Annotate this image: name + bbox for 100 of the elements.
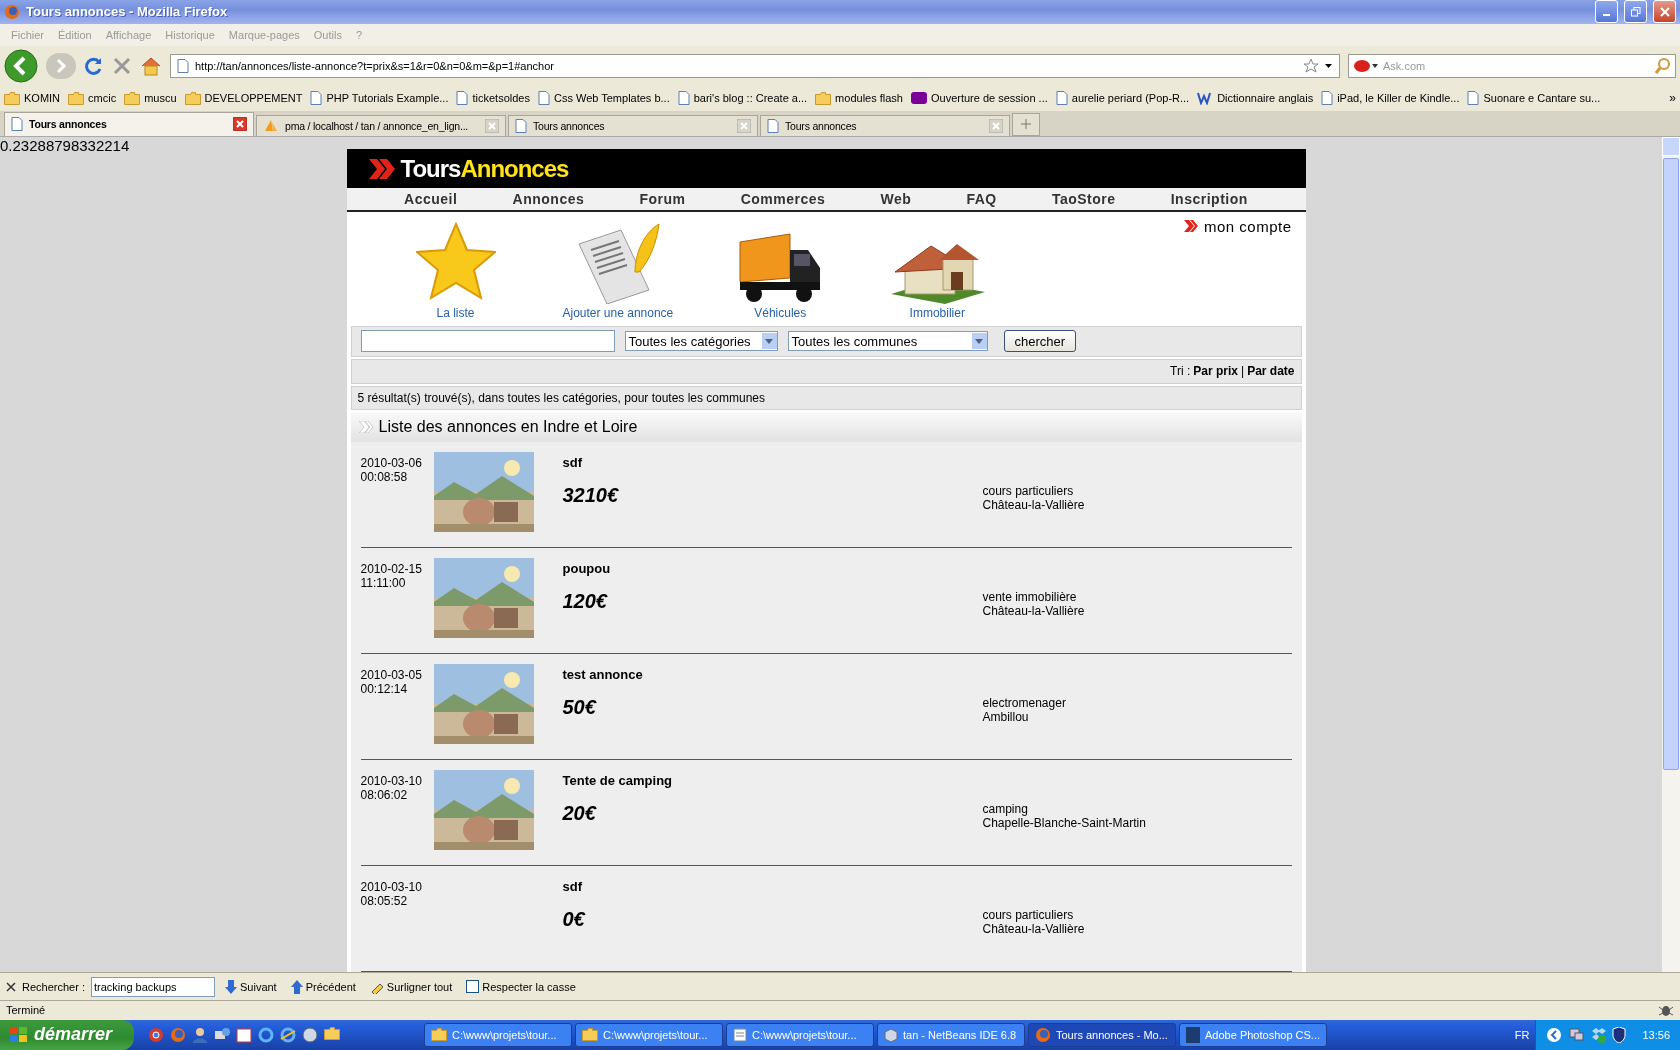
clock: 13:56 <box>1642 1028 1670 1041</box>
bookmark[interactable]: muscu <box>124 91 177 105</box>
find-field[interactable]: tracking backups <box>91 976 215 997</box>
category-shortcut[interactable]: La liste <box>406 222 505 321</box>
reload-icon[interactable] <box>84 55 104 76</box>
bookmark[interactable]: PHP Tutorials Example... <box>310 91 449 106</box>
sort-link[interactable]: Par prix <box>1193 364 1238 379</box>
folder-icon <box>324 1026 340 1040</box>
search-icon[interactable] <box>1655 57 1671 74</box>
chrome-icon[interactable] <box>148 1026 164 1043</box>
bookmark[interactable]: iPad, le Killer de Kindle... <box>1321 91 1460 106</box>
nav-link[interactable]: Inscription <box>1170 191 1248 207</box>
search-button[interactable]: chercher <box>1003 330 1077 353</box>
listing-category: cours particuliers <box>982 484 1075 498</box>
status-text: Terminé <box>6 1004 46 1017</box>
close-icon[interactable] <box>6 981 16 992</box>
listing-commune: Château-la-Vallière <box>982 498 1085 512</box>
category-select[interactable]: Toutes les catégories <box>624 331 778 352</box>
sort-link[interactable]: Par date <box>1247 364 1295 379</box>
nav-link[interactable]: Web <box>880 191 912 207</box>
listing-title[interactable]: sdf <box>562 879 983 894</box>
previous-button[interactable]: Précédent <box>286 979 360 994</box>
listing-category: electromenager <box>982 696 1066 710</box>
dropbox-icon[interactable] <box>1590 1026 1607 1043</box>
scrollbar[interactable] <box>1662 136 1680 972</box>
start-button[interactable]: démarrer <box>0 1019 134 1050</box>
bookmark[interactable]: ticketsoldes <box>456 91 530 106</box>
chevron-icon[interactable] <box>1546 1026 1563 1043</box>
address-field[interactable]: http://tan/annonces/liste-annonce?t=prix&s=1&r=0&n=0&m=&p=1#anchor <box>170 53 1340 78</box>
minimize-button[interactable] <box>1595 0 1618 24</box>
keyword-field[interactable] <box>360 330 615 353</box>
taskbar-button[interactable]: C:\www\projets\tour... <box>575 1022 723 1047</box>
home-icon[interactable] <box>140 55 162 76</box>
bookmark[interactable]: DEVELOPPEMENT <box>184 91 303 105</box>
category-shortcut[interactable]: Ajouter une annonce <box>562 222 674 321</box>
listing-title[interactable]: Tente de camping <box>562 773 983 788</box>
bookmark[interactable]: bari's blog :: Create a... <box>677 91 808 106</box>
cube-icon <box>884 1027 898 1042</box>
browser-tab[interactable]: pma / localhost / tan / annonce_en_lign... <box>256 114 506 136</box>
listing-title[interactable]: test annonce <box>562 667 983 682</box>
next-button[interactable]: Suivant <box>221 979 281 994</box>
back-button[interactable] <box>4 48 38 83</box>
match-case-checkbox[interactable]: Respecter la casse <box>462 980 580 993</box>
star-icon[interactable] <box>1303 57 1319 74</box>
account-link[interactable]: mon compte <box>1183 217 1292 235</box>
browser-icon[interactable] <box>258 1026 274 1043</box>
bookmark[interactable]: Ouverture de session ... <box>911 92 1048 105</box>
listing-title[interactable]: sdf <box>562 455 983 470</box>
dropdown-icon[interactable] <box>1325 62 1333 69</box>
listing-time: 08:06:02 <box>360 788 409 802</box>
more-bookmarks[interactable]: » <box>1669 91 1676 106</box>
listing-commune: Château-la-Vallière <box>982 604 1085 618</box>
stop-icon[interactable] <box>112 55 132 76</box>
bookmark[interactable]: modules flash <box>815 91 903 105</box>
taskbar-button[interactable]: Tours annonces - Mo... <box>1028 1022 1176 1047</box>
network-icon[interactable] <box>1568 1026 1585 1043</box>
bookmark[interactable]: Suonare e Cantare su... <box>1467 91 1601 106</box>
chevron-logo-icon <box>368 158 395 179</box>
taskbar-button[interactable]: C:\www\projets\tour... <box>726 1022 874 1047</box>
taskbar-button[interactable]: tan - NetBeans IDE 6.8 <box>877 1022 1025 1047</box>
shield-icon[interactable] <box>1612 1026 1627 1043</box>
bug-icon[interactable] <box>1658 1003 1674 1018</box>
browser-tab[interactable]: Tours annonces <box>4 111 254 136</box>
nav-link[interactable]: TaoStore <box>1051 191 1116 207</box>
browser-tab[interactable]: Tours annonces <box>508 114 758 136</box>
calendar-icon[interactable] <box>236 1026 252 1043</box>
restore-button[interactable] <box>1624 0 1647 24</box>
browser-icon[interactable] <box>280 1026 296 1043</box>
highlight-button[interactable]: Surligner tout <box>365 979 457 994</box>
site-logo[interactable]: ToursAnnonces <box>400 154 569 183</box>
close-button[interactable] <box>1653 0 1676 24</box>
close-icon[interactable] <box>233 117 247 132</box>
nav-link[interactable]: Annonces <box>512 191 585 207</box>
listing-price: 0€ <box>562 908 587 931</box>
page-icon <box>537 91 550 106</box>
browser-tab[interactable]: Tours annonces <box>760 114 1010 136</box>
bookmark[interactable]: cmcic <box>68 91 117 105</box>
window-title: Tours annonces - Mozilla Firefox <box>26 4 229 20</box>
page-icon <box>11 117 23 132</box>
search-engine-icon[interactable] <box>1353 58 1379 73</box>
bookmark[interactable]: Dictionnaire anglais <box>1197 91 1314 106</box>
bookmark[interactable]: KOMIN <box>4 91 61 105</box>
taskbar-button[interactable]: Adobe Photoshop CS... <box>1179 1022 1327 1047</box>
nav-link[interactable]: Commerces <box>740 191 826 207</box>
nav-link[interactable]: Accueil <box>404 191 458 207</box>
category-shortcut[interactable]: Immobilier <box>887 232 988 321</box>
taskbar-button[interactable]: C:\www\projets\tour... <box>424 1022 572 1047</box>
up-arrow-icon <box>290 979 303 994</box>
language-indicator[interactable]: FR <box>1514 1028 1530 1041</box>
listing-title[interactable]: poupou <box>562 561 983 576</box>
firefox-icon[interactable] <box>170 1026 186 1043</box>
bookmark[interactable]: Css Web Templates b... <box>537 91 670 106</box>
nav-link[interactable]: FAQ <box>966 191 997 207</box>
plus-icon <box>1021 119 1031 130</box>
bookmark[interactable]: aurelie periard (Pop-R... <box>1055 91 1190 106</box>
user-icon[interactable] <box>192 1026 208 1043</box>
result-summary: 5 résultat(s) trouvé(s), dans toutes les catégories, pour toutes les communes <box>357 390 766 405</box>
commune-select[interactable]: Toutes les communes <box>787 331 988 352</box>
nav-link[interactable]: Forum <box>639 191 686 207</box>
category-shortcut[interactable]: Véhicules <box>731 232 830 321</box>
